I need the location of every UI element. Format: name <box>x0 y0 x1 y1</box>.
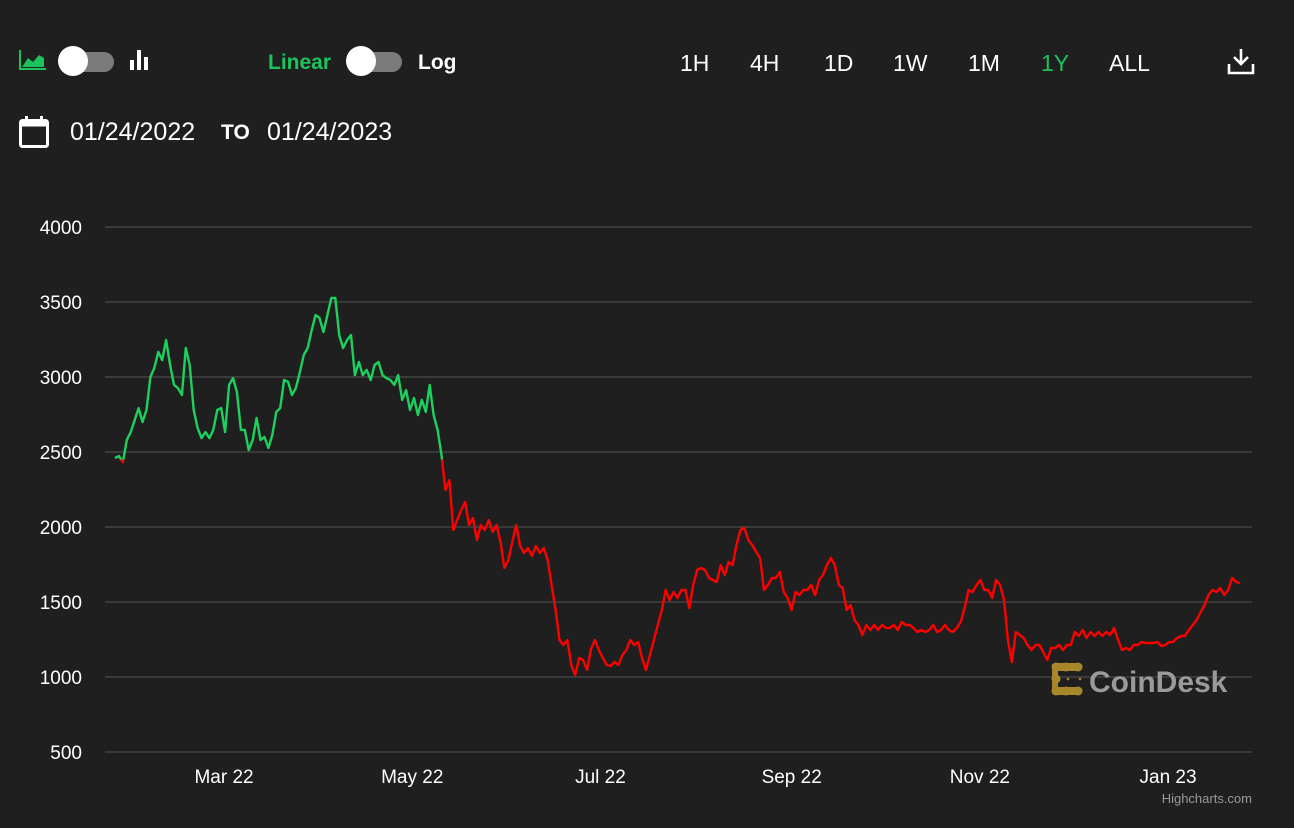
watermark-text: CoinDesk <box>1089 666 1228 699</box>
y-tick-label: 4000 <box>40 218 82 239</box>
y-tick-label: 2500 <box>40 443 82 464</box>
y-tick-label: 500 <box>50 743 82 764</box>
y-tick-label: 3000 <box>40 368 82 389</box>
x-tick-label: May 22 <box>381 767 443 788</box>
y-tick-label: 3500 <box>40 293 82 314</box>
x-tick-label: Jan 23 <box>1140 767 1197 788</box>
x-tick-label: Sep 22 <box>762 767 822 788</box>
y-tick-label: 1500 <box>40 593 82 614</box>
y-tick-label: 2000 <box>40 518 82 539</box>
price-chart[interactable]: 500 1000 1500 2000 2500 3000 3500 4000 CoinDesk… <box>0 0 1294 828</box>
x-tick-label: Jul 22 <box>575 767 626 788</box>
y-tick-label: 1000 <box>40 668 82 689</box>
coindesk-watermark: CoinDesk <box>1051 662 1228 699</box>
price-line-below-open <box>119 459 1241 677</box>
x-tick-label: Nov 22 <box>950 767 1010 788</box>
highcharts-credits[interactable]: Highcharts.com <box>1162 791 1252 806</box>
price-line-above-open <box>114 296 444 460</box>
x-tick-label: Mar 22 <box>194 767 253 788</box>
